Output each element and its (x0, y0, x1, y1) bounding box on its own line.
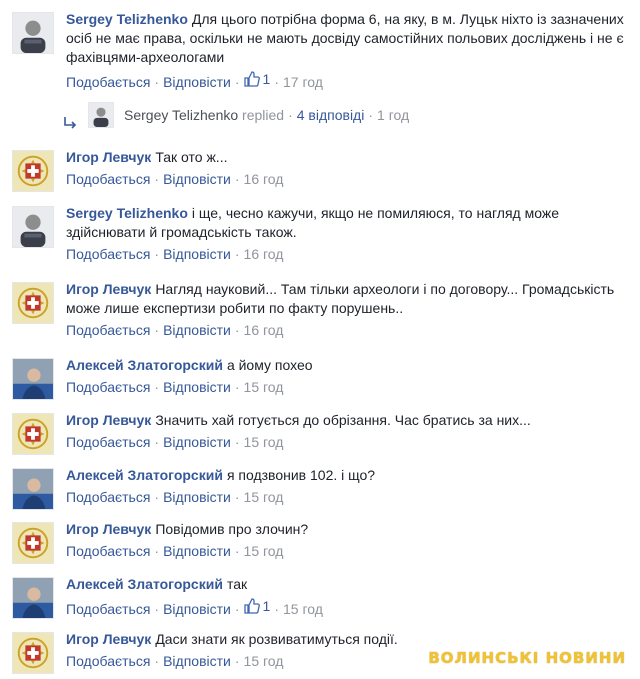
reply-link[interactable]: Відповісти (163, 434, 231, 450)
comment-author[interactable]: Игор Левчук (66, 521, 151, 537)
avatar[interactable] (12, 150, 54, 192)
like-count[interactable]: 1 (243, 70, 271, 88)
comment-actions: Подобається · Відповісти · 16 год (66, 322, 284, 338)
reply-link[interactable]: Відповісти (163, 322, 231, 338)
reply-link[interactable]: Відповісти (163, 653, 231, 669)
reply-link[interactable]: Відповісти (163, 171, 231, 187)
watermark: ВОЛИНСЬКІ НОВИНИ (428, 649, 626, 667)
comment-author[interactable]: Алексей Златогорский (66, 357, 223, 373)
comment-time[interactable]: 15 год (244, 489, 284, 505)
comment-author[interactable]: Игор Левчук (66, 281, 151, 297)
avatar[interactable] (12, 12, 54, 54)
comment-body: Sergey Telizhenko Для цього потрібна форм… (66, 10, 632, 91)
comment-time[interactable]: 16 год (244, 246, 284, 262)
avatar[interactable] (12, 282, 54, 324)
like-link[interactable]: Подобається (66, 171, 150, 187)
comment-author[interactable]: Игор Левчук (66, 412, 151, 428)
avatar[interactable] (12, 522, 54, 564)
comment-text: Даси знати як розвиватимуться події. (155, 631, 398, 647)
reply-link[interactable]: Відповісти (163, 246, 231, 262)
reply-link[interactable]: Відповісти (163, 379, 231, 395)
comment-time[interactable]: 15 год (244, 543, 284, 559)
comment-body: Алексей Златогорский я подзвонив 102. і щ… (66, 466, 632, 506)
comment-body: Алексей Златогорский а йому похео Подобає… (66, 356, 632, 396)
reply-author[interactable]: Sergey Telizhenko (124, 107, 238, 123)
reply-link[interactable]: Відповісти (163, 489, 231, 505)
avatar[interactable] (12, 577, 54, 619)
like-count-value: 1 (262, 598, 271, 614)
comment-author[interactable]: Sergey Telizhenko (66, 205, 188, 221)
reply-action: replied (242, 107, 285, 123)
reply-link[interactable]: Відповісти (163, 543, 231, 559)
comment-actions: Подобається · Відповісти · 15 год (66, 543, 284, 559)
reply-link[interactable]: Відповісти (163, 601, 231, 617)
like-link[interactable]: Подобається (66, 322, 150, 338)
comment-body: Игор Левчук Повідомив про злочин? Подобає… (66, 520, 632, 560)
comment-text: Повідомив про злочин? (155, 521, 309, 537)
comment-time[interactable]: 16 год (244, 322, 284, 338)
comment-author[interactable]: Игор Левчук (66, 631, 151, 647)
avatar[interactable] (12, 632, 54, 674)
comment-actions: Подобається · Відповісти · 1 · 17 год (66, 70, 323, 90)
comment-text: Так ото ж... (155, 149, 228, 165)
like-count[interactable]: 1 (243, 597, 271, 615)
comment-author[interactable]: Sergey Telizhenko (66, 11, 188, 27)
comment-thread: Sergey Telizhenko Для цього потрібна форм… (0, 0, 640, 679)
comment-time[interactable]: 15 год (244, 653, 284, 669)
comment-time[interactable]: 15 год (244, 434, 284, 450)
comment-body: Игор Левчук Так ото ж... Подобається · Відп… (66, 148, 632, 188)
avatar[interactable] (12, 468, 54, 510)
reply-link[interactable]: Відповісти (163, 74, 231, 90)
comment-actions: Подобається · Відповісти · 1 · 15 год (66, 597, 323, 617)
comment-body: Sergey Telizhenko і ще, чесно кажучи, якщ… (66, 204, 632, 263)
like-link[interactable]: Подобається (66, 434, 150, 450)
comment-text: а йому похео (226, 357, 313, 373)
comment-author[interactable]: Игор Левчук (66, 149, 151, 165)
comment-actions: Подобається · Відповісти · 16 год (66, 246, 284, 262)
comment-body: Игор Левчук Значить хай готується до обрі… (66, 411, 632, 451)
comment-actions: Подобається · Відповісти · 15 год (66, 379, 284, 395)
comment-body: Игор Левчук Нагляд науковий... Там тільки… (66, 280, 632, 339)
reply-arrow-icon (64, 117, 77, 129)
like-link[interactable]: Подобається (66, 601, 150, 617)
comment-text: так (226, 576, 248, 592)
reply-count-link[interactable]: 4 відповіді (297, 107, 365, 123)
comment-author[interactable]: Алексей Златогорский (66, 576, 223, 592)
avatar[interactable] (12, 206, 54, 248)
like-link[interactable]: Подобається (66, 489, 150, 505)
comment-time[interactable]: 16 год (244, 171, 284, 187)
thumbs-up-icon (243, 598, 260, 614)
like-link[interactable]: Подобається (66, 246, 150, 262)
avatar[interactable] (88, 102, 114, 128)
comment-author[interactable]: Алексей Златогорский (66, 467, 223, 483)
like-link[interactable]: Подобається (66, 74, 150, 90)
reply-time: 1 год (377, 107, 410, 123)
comment-text: Значить хай готується до обрізання. Час … (155, 412, 531, 428)
like-count-value: 1 (262, 71, 271, 87)
like-link[interactable]: Подобається (66, 653, 150, 669)
comment-time[interactable]: 15 год (244, 379, 284, 395)
comment-actions: Подобається · Відповісти · 16 год (66, 171, 284, 187)
avatar[interactable] (12, 358, 54, 400)
comment-time[interactable]: 17 год (283, 74, 323, 90)
comment-body: Алексей Златогорский так Подобається · Відп… (66, 575, 632, 618)
avatar[interactable] (12, 413, 54, 455)
like-link[interactable]: Подобається (66, 379, 150, 395)
comment-actions: Подобається · Відповісти · 15 год (66, 489, 284, 505)
comment-text: я подзвонив 102. і що? (226, 467, 376, 483)
comment-actions: Подобається · Відповісти · 15 год (66, 434, 284, 450)
thumbs-up-icon (243, 71, 260, 87)
comment-time[interactable]: 15 год (283, 601, 323, 617)
like-link[interactable]: Подобається (66, 543, 150, 559)
